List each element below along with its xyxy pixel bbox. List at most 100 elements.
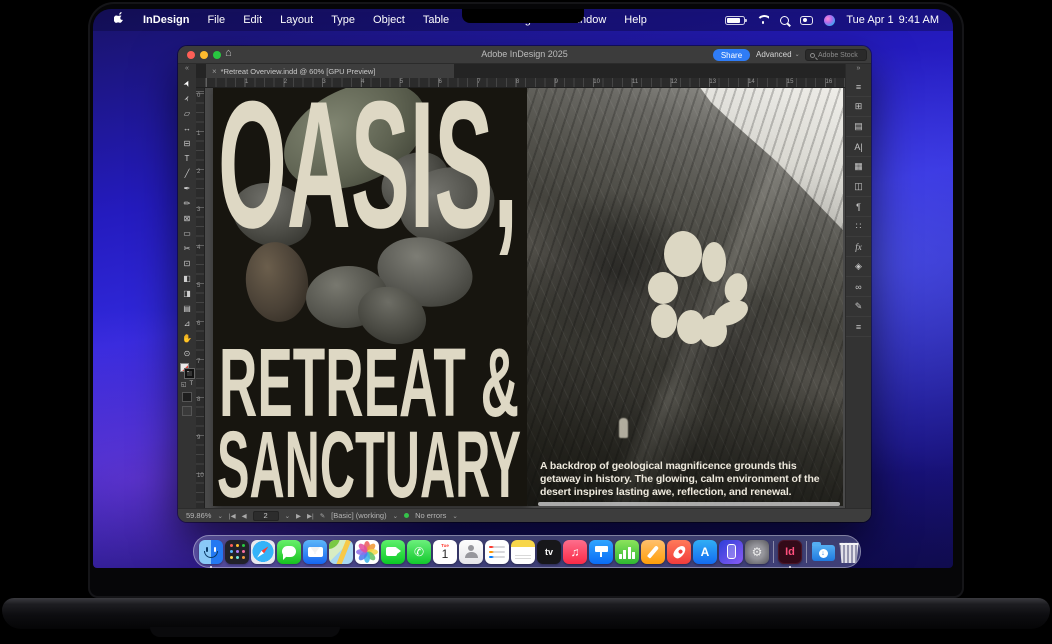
dock-item-finder[interactable]	[199, 540, 223, 564]
vertical-ruler[interactable]: 0 1 2 3 4 5 6 7 8 9 10	[196, 88, 205, 508]
free-transform-tool[interactable]: ⊡	[178, 256, 196, 271]
battery-icon[interactable]	[725, 16, 745, 25]
dock-item-reminders[interactable]	[485, 540, 509, 564]
dock-item-phone[interactable]: ✆	[407, 540, 431, 564]
adobe-stock-search[interactable]: Adobe Stock	[805, 49, 867, 61]
first-page-button[interactable]: |◀	[229, 512, 236, 520]
zoom-level[interactable]: 59.86%	[186, 511, 211, 520]
gap-tool[interactable]: ↔	[178, 121, 196, 136]
formatting-affects-container-button[interactable]: ◱	[181, 381, 187, 388]
pages-panel[interactable]: ▤	[846, 117, 871, 137]
dock-item-settings[interactable]: ⚙	[745, 540, 769, 564]
siri-icon[interactable]	[824, 15, 835, 26]
scissors-tool[interactable]: ✂	[178, 241, 196, 256]
dock-item-rocket[interactable]	[667, 540, 691, 564]
links-panel[interactable]: ∞	[846, 277, 871, 297]
dock-item-music[interactable]: ♫	[563, 540, 587, 564]
fill-stroke-swatches[interactable]	[180, 363, 194, 378]
stroke-color-swatch[interactable]	[185, 369, 194, 378]
expand-panels-icon[interactable]: »	[857, 65, 861, 77]
menu-item-help[interactable]: Help	[615, 14, 656, 26]
dock-item-tv[interactable]: tv	[537, 540, 561, 564]
dock-item-photos[interactable]	[355, 540, 379, 564]
cc-libraries-panel[interactable]: ⊞	[846, 97, 871, 117]
stroke-panel[interactable]: ≡	[846, 317, 871, 337]
menu-item-table[interactable]: Table	[414, 14, 458, 26]
paragraph-panel[interactable]: ¶	[846, 197, 871, 217]
effects-panel[interactable]: fx	[846, 237, 871, 257]
preset-chevron-icon[interactable]: ⌄	[393, 512, 398, 520]
layers-panel[interactable]: ◈	[846, 257, 871, 277]
body-text-frame[interactable]: A backdrop of geological magnificence gr…	[540, 460, 836, 499]
next-page-button[interactable]: ▶	[296, 512, 301, 520]
gradient-swatch-tool[interactable]: ◧	[178, 271, 196, 286]
dock-item-maps[interactable]	[329, 540, 353, 564]
last-page-button[interactable]: ▶|	[307, 512, 314, 520]
zoom-tool[interactable]: ⊙	[178, 346, 196, 361]
dock-item-facetime[interactable]	[381, 540, 405, 564]
dock-item-pages[interactable]	[641, 540, 665, 564]
menu-clock[interactable]: Tue Apr 1 9:41 AM	[846, 14, 939, 26]
dock-item-safari[interactable]	[251, 540, 275, 564]
error-chevron-icon[interactable]: ⌄	[452, 512, 457, 520]
frame-tool[interactable]: ⊠	[178, 211, 196, 226]
dock-item-indesign[interactable]: Id	[778, 540, 802, 564]
dock-item-numbers[interactable]	[615, 540, 639, 564]
swatches-panel[interactable]: ▦	[846, 157, 871, 177]
menu-item-file[interactable]: File	[198, 14, 234, 26]
page-chevron-icon[interactable]: ⌄	[285, 512, 290, 520]
dock-item-iphone-mirroring[interactable]	[719, 540, 743, 564]
menu-item-layout[interactable]: Layout	[271, 14, 322, 26]
page-number-field[interactable]: 2	[253, 511, 279, 521]
character-panel[interactable]: A|	[846, 137, 871, 157]
rectangle-tool[interactable]: ▭	[178, 226, 196, 241]
spread-left-page[interactable]: OASIS, RETREAT & SANCTUARY	[213, 88, 527, 506]
tab-close-icon[interactable]: ×	[212, 67, 217, 76]
menu-item-type[interactable]: Type	[322, 14, 364, 26]
horizontal-ruler[interactable]: 1 2 3 4 5 6 7 8 9 10 11 12 13 14 15 16	[196, 78, 845, 88]
hand-tool[interactable]: ✋	[178, 331, 196, 346]
align-panel[interactable]: ∷	[846, 217, 871, 237]
screen-mode-button[interactable]	[182, 406, 192, 416]
horizontal-scrollbar[interactable]	[538, 502, 840, 506]
dock-item-calendar[interactable]: Tue 1	[433, 540, 457, 564]
headline-retreat[interactable]: RETREAT &	[217, 346, 523, 422]
window-titlebar[interactable]: ⌂ Adobe InDesign 2025 Share Advanced ⌄ A…	[178, 46, 871, 64]
dock-item-keynote[interactable]	[589, 540, 613, 564]
pen-tool[interactable]: ✒	[178, 181, 196, 196]
wifi-icon[interactable]	[756, 15, 769, 25]
content-collector-tool[interactable]: ⊟	[178, 136, 196, 151]
dock-item-notes[interactable]	[511, 540, 535, 564]
headline-oasis[interactable]: OASIS,	[216, 97, 524, 249]
type-tool[interactable]: T	[178, 151, 196, 166]
dock-item-contacts[interactable]	[459, 540, 483, 564]
dock-item-appstore[interactable]: A	[693, 540, 717, 564]
dock-item-messages[interactable]	[277, 540, 301, 564]
spotlight-icon[interactable]	[780, 16, 789, 25]
spread-right-page[interactable]: A backdrop of geological magnificence gr…	[527, 88, 843, 506]
menu-item-edit[interactable]: Edit	[234, 14, 271, 26]
arrange-panel[interactable]: ◫	[846, 177, 871, 197]
properties-panel[interactable]: ≡	[846, 77, 871, 97]
line-tool[interactable]: ╱	[178, 166, 196, 181]
gradient-feather-tool[interactable]: ◨	[178, 286, 196, 301]
note-tool[interactable]: ▤	[178, 301, 196, 316]
zoom-chevron-icon[interactable]: ⌄	[217, 512, 222, 520]
dock-item-downloads[interactable]: ↓	[811, 540, 835, 564]
menu-item-object[interactable]: Object	[364, 14, 414, 26]
workspace-switcher[interactable]: Advanced ⌄	[756, 50, 800, 59]
previous-page-button[interactable]: ◀	[242, 512, 247, 520]
apply-color-button[interactable]	[182, 392, 192, 402]
headline-sanctuary[interactable]: SANCTUARY	[215, 429, 525, 503]
document-tab[interactable]: × *Retreat Overview.indd @ 60% [GPU Prev…	[206, 64, 454, 78]
eyedropper-tool[interactable]: ⊿	[178, 316, 196, 331]
dock-item-launchpad[interactable]	[225, 540, 249, 564]
share-button[interactable]: Share	[713, 49, 750, 61]
control-center-icon[interactable]	[800, 16, 813, 25]
color-theme-panel[interactable]: ✎	[846, 297, 871, 317]
menu-item-appname[interactable]: InDesign	[134, 14, 198, 26]
dock-item-trash[interactable]	[837, 540, 861, 564]
formatting-affects-text-button[interactable]: T	[190, 381, 194, 388]
preflight-profile[interactable]: [Basic] (working)	[331, 511, 386, 520]
dock-item-mail[interactable]	[303, 540, 327, 564]
